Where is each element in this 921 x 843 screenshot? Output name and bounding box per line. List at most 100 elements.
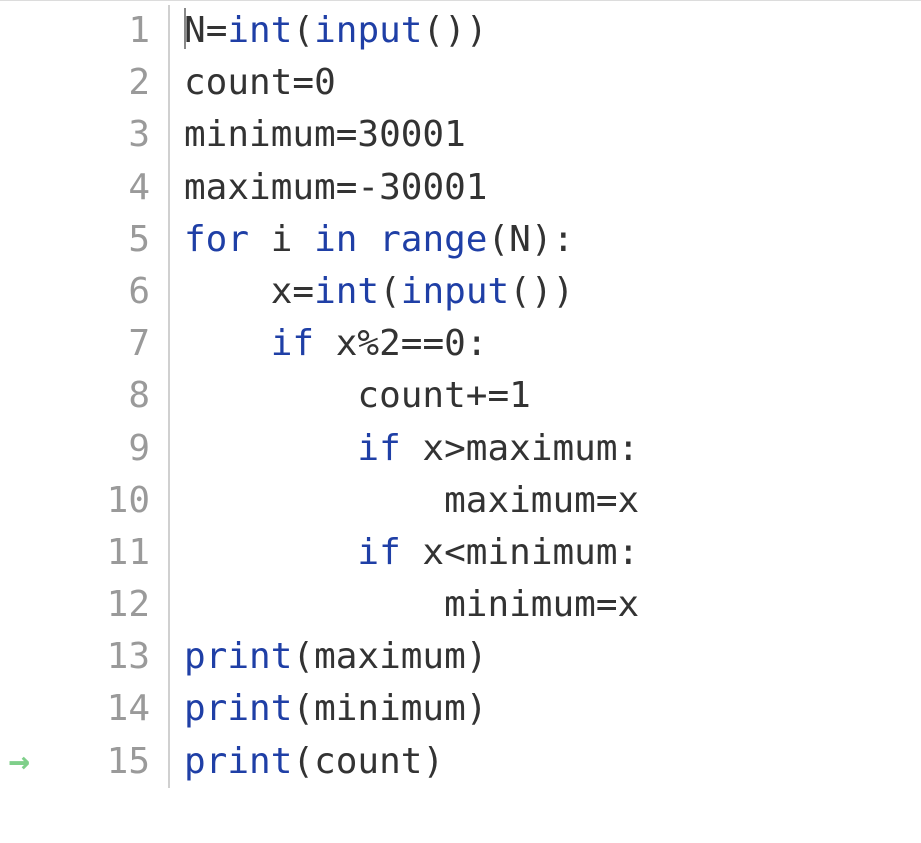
- current-line-arrow-icon: [0, 57, 30, 109]
- indent: [184, 271, 271, 312]
- code-token: =: [336, 167, 358, 208]
- code-token: =: [596, 480, 618, 521]
- code-line[interactable]: count=0: [184, 57, 921, 109]
- indent: [184, 375, 357, 416]
- code-line[interactable]: if x>maximum:: [184, 423, 921, 475]
- current-line-arrow-icon: [0, 318, 30, 370]
- indent: [184, 323, 271, 364]
- code-token: ==: [401, 323, 444, 364]
- line-number: 12: [30, 579, 150, 631]
- code-token: =: [206, 10, 228, 51]
- code-token: ):: [531, 219, 574, 260]
- code-token: ): [466, 636, 488, 677]
- line-number: 10: [30, 475, 150, 527]
- code-line[interactable]: for i in range(N):: [184, 214, 921, 266]
- current-line-arrow-icon: [0, 162, 30, 214]
- code-token: i: [271, 219, 314, 260]
- code-token: (: [292, 636, 314, 677]
- current-line-arrow-icon: [0, 579, 30, 631]
- code-token: 0: [314, 62, 336, 103]
- code-token: 30001: [357, 114, 465, 155]
- code-token: :: [618, 532, 640, 573]
- code-line[interactable]: minimum=30001: [184, 109, 921, 161]
- current-line-arrow-icon: →: [0, 736, 30, 788]
- code-token: minimum: [184, 114, 336, 155]
- code-line[interactable]: maximum=x: [184, 475, 921, 527]
- code-token: int: [227, 10, 292, 51]
- code-token: maximum: [184, 167, 336, 208]
- code-token: ): [466, 688, 488, 729]
- line-number: 15: [30, 736, 150, 788]
- current-line-arrow-icon: [0, 527, 30, 579]
- code-token: =: [292, 62, 314, 103]
- code-token: x: [422, 532, 444, 573]
- code-token: x: [336, 323, 358, 364]
- code-area[interactable]: N=int(input())count=0minimum=30001maximu…: [170, 5, 921, 788]
- line-number: 6: [30, 266, 150, 318]
- indent: [184, 428, 357, 469]
- code-token: int: [314, 271, 379, 312]
- code-line[interactable]: print(count): [184, 736, 921, 788]
- current-line-arrow-icon: [0, 475, 30, 527]
- code-line[interactable]: x=int(input()): [184, 266, 921, 318]
- code-token: maximum: [444, 480, 596, 521]
- line-number: 2: [30, 57, 150, 109]
- code-token: range: [379, 219, 487, 260]
- code-line[interactable]: if x%2==0:: [184, 318, 921, 370]
- code-token: ): [422, 741, 444, 782]
- line-number: 11: [30, 527, 150, 579]
- line-number: 1: [30, 5, 150, 57]
- current-line-arrow-column: →: [0, 5, 30, 788]
- code-line[interactable]: if x<minimum:: [184, 527, 921, 579]
- code-token: for: [184, 219, 271, 260]
- code-token: x: [271, 271, 293, 312]
- current-line-arrow-icon: [0, 423, 30, 475]
- code-line[interactable]: N=int(input()): [184, 5, 921, 57]
- line-number: 4: [30, 162, 150, 214]
- code-token: ()): [422, 10, 487, 51]
- code-token: -: [357, 167, 379, 208]
- current-line-arrow-icon: [0, 5, 30, 57]
- code-line[interactable]: print(maximum): [184, 631, 921, 683]
- code-token: x: [422, 428, 444, 469]
- code-token: %: [357, 323, 379, 364]
- line-number: 3: [30, 109, 150, 161]
- current-line-arrow-icon: [0, 214, 30, 266]
- code-token: maximum: [314, 636, 466, 677]
- line-number: 8: [30, 370, 150, 422]
- current-line-arrow-icon: [0, 683, 30, 735]
- code-token: 0: [444, 323, 466, 364]
- code-token: (: [292, 688, 314, 729]
- code-token: x: [618, 584, 640, 625]
- code-line[interactable]: minimum=x: [184, 579, 921, 631]
- indent: [184, 480, 444, 521]
- code-line[interactable]: count+=1: [184, 370, 921, 422]
- code-line[interactable]: print(minimum): [184, 683, 921, 735]
- code-token: :: [466, 323, 488, 364]
- code-token: input: [401, 271, 509, 312]
- code-token: count: [184, 62, 292, 103]
- line-number: 9: [30, 423, 150, 475]
- code-token: input: [314, 10, 422, 51]
- code-token: if: [357, 428, 422, 469]
- code-token: N: [509, 219, 531, 260]
- indent: [184, 532, 357, 573]
- line-number: 7: [30, 318, 150, 370]
- code-line[interactable]: maximum=-30001: [184, 162, 921, 214]
- code-token: in: [314, 219, 379, 260]
- code-token: 2: [379, 323, 401, 364]
- line-number-gutter: 123456789101112131415: [30, 5, 170, 788]
- code-editor[interactable]: → 123456789101112131415 N=int(input())co…: [0, 0, 921, 788]
- code-token: N: [184, 10, 206, 51]
- line-number: 5: [30, 214, 150, 266]
- code-token: :: [618, 428, 640, 469]
- code-token: maximum: [466, 428, 618, 469]
- current-line-arrow-icon: [0, 631, 30, 683]
- code-token: =: [596, 584, 618, 625]
- code-token: minimum: [444, 584, 596, 625]
- current-line-arrow-icon: [0, 266, 30, 318]
- code-token: print: [184, 636, 292, 677]
- code-token: <: [444, 532, 466, 573]
- current-line-arrow-icon: [0, 370, 30, 422]
- code-token: ()): [509, 271, 574, 312]
